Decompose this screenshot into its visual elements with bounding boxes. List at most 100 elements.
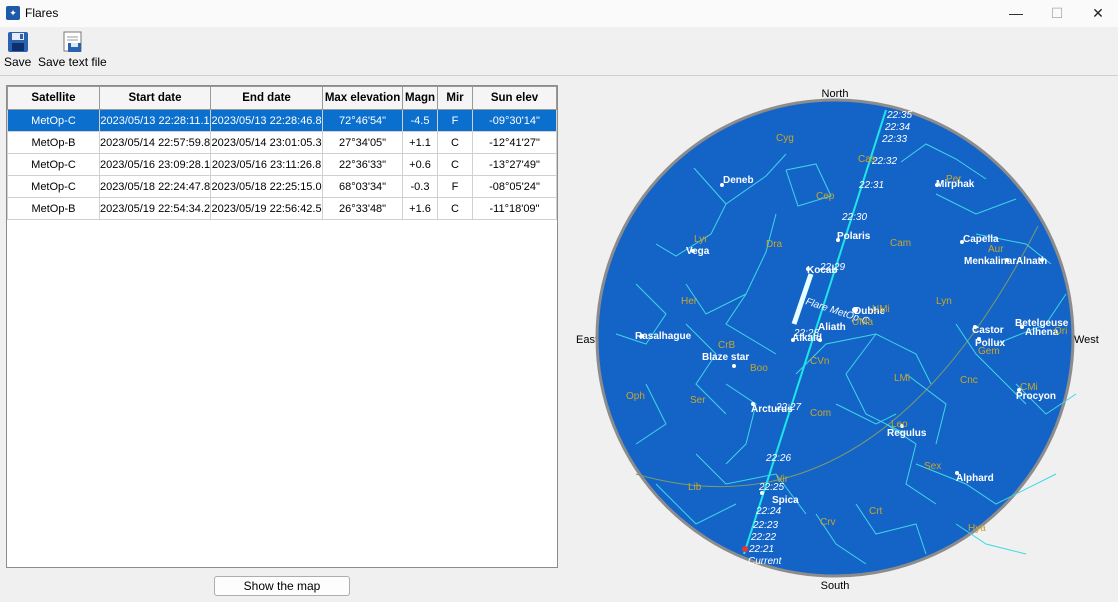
column-header[interactable]: Satellite <box>7 86 100 110</box>
table-cell: F <box>437 109 473 132</box>
table-cell: 2023/05/16 23:09:28.1 <box>98 153 212 176</box>
constellation-label: Com <box>810 408 831 419</box>
constellation-label: Dra <box>766 239 783 250</box>
constellation-label: Cam <box>890 238 911 249</box>
table-row[interactable]: MetOp-B 2023/05/14 22:57:59.8 2023/05/14… <box>7 131 558 154</box>
star-label: Aliath <box>818 322 846 333</box>
table-cell: 26°33'48" <box>322 197 404 220</box>
sky-map[interactable]: North South East West 22:35 22:34 22:33 … <box>576 84 1106 599</box>
table-cell: 2023/05/13 22:28:46.8 <box>210 109 324 132</box>
constellation-label: Ser <box>690 395 706 406</box>
constellation-label: Cnc <box>960 375 978 386</box>
constellation-label: Hya <box>968 523 986 534</box>
constellation-label: Crv <box>820 517 836 528</box>
current-label: Current <box>748 556 783 567</box>
app-icon: ✦ <box>6 6 20 20</box>
table-row[interactable]: MetOp-B 2023/05/19 22:54:34.2 2023/05/19… <box>7 197 558 220</box>
table-cell: 27°34'05" <box>322 131 404 154</box>
table-cell: -0.3 <box>402 175 438 198</box>
table-cell: -11°18'09" <box>471 197 558 220</box>
save-label: Save <box>4 55 32 69</box>
track-time-label: 22:35 <box>886 110 912 121</box>
column-header[interactable]: Magn <box>402 86 438 110</box>
title-bar: ✦ Flares — ☐ ✕ <box>0 0 1118 27</box>
star-label: Alnath <box>1016 256 1047 267</box>
table-cell: -08°05'24" <box>471 175 558 198</box>
constellation-label: LMi <box>894 373 910 384</box>
table-cell: C <box>437 131 473 154</box>
constellation-label: CrB <box>718 340 736 351</box>
star-label: Menkalinar <box>964 256 1016 267</box>
constellation-label: Per <box>946 174 962 185</box>
constellation-label: Ori <box>1054 326 1067 337</box>
table-cell: MetOp-C <box>7 175 100 198</box>
constellation-label: Leo <box>891 419 908 430</box>
save-text-file-button[interactable]: Save text file <box>38 31 107 69</box>
show-map-button[interactable]: Show the map <box>214 576 350 596</box>
table-header-row: Satellite Start date End date Max elevat… <box>7 86 558 110</box>
save-button[interactable]: Save <box>4 31 31 69</box>
save-text-file-label: Save text file <box>38 55 107 69</box>
table-cell: 2023/05/14 22:57:59.8 <box>98 131 212 154</box>
column-header[interactable]: Mir <box>437 86 473 110</box>
track-time-label: 22:23 <box>752 520 778 531</box>
track-time-label: 22:33 <box>881 134 907 145</box>
constellation-label: CMi <box>1020 382 1038 393</box>
close-button[interactable]: ✕ <box>1078 0 1118 27</box>
column-header[interactable]: Max elevation <box>322 86 404 110</box>
table-cell: 22°36'33" <box>322 153 404 176</box>
star-label: Polaris <box>837 231 871 242</box>
track-time-label: 22:34 <box>884 122 910 133</box>
constellation-label: CVn <box>810 356 829 367</box>
constellation-label: Lyn <box>936 296 952 307</box>
star-label: Castor <box>972 325 1004 336</box>
star-label: Blaze star <box>702 352 749 363</box>
constellation-label: Cep <box>816 191 835 202</box>
column-header[interactable]: Sun elev <box>471 86 558 110</box>
table-cell: C <box>437 153 473 176</box>
star-label: Kocab <box>807 265 838 276</box>
table-cell: +1.6 <box>402 197 438 220</box>
constellation-label: Oph <box>626 391 645 402</box>
flares-table-panel: Satellite Start date End date Max elevat… <box>6 85 558 568</box>
table-cell: MetOp-C <box>7 109 100 132</box>
track-time-label: 22:26 <box>765 453 791 464</box>
constellation-label: Vir <box>776 474 789 485</box>
table-cell: -12°41'27" <box>471 131 558 154</box>
column-header[interactable]: End date <box>210 86 324 110</box>
constellation-label: Aur <box>988 244 1004 255</box>
table-cell: MetOp-B <box>7 131 100 154</box>
south-label: South <box>821 580 850 592</box>
table-row[interactable]: MetOp-C 2023/05/13 22:28:11.1 2023/05/13… <box>7 109 558 132</box>
minimize-button[interactable]: — <box>996 0 1036 27</box>
table-cell: 68°03'34" <box>322 175 404 198</box>
track-time-label: 22:24 <box>755 506 781 517</box>
table-row[interactable]: MetOp-C 2023/05/16 23:09:28.1 2023/05/16… <box>7 153 558 176</box>
table-cell: -13°27'49" <box>471 153 558 176</box>
table-row[interactable]: MetOp-C 2023/05/18 22:24:47.8 2023/05/18… <box>7 175 558 198</box>
track-time-label: 22:30 <box>841 212 867 223</box>
table-cell: 2023/05/19 22:54:34.2 <box>98 197 212 220</box>
track-time-label: 22:22 <box>750 532 776 543</box>
toolbar: Save Save text file <box>0 27 1118 76</box>
floppy-disk-icon <box>7 32 28 52</box>
table-cell: MetOp-C <box>7 153 100 176</box>
table-cell: +0.6 <box>402 153 438 176</box>
constellation-label: UMa <box>852 317 874 328</box>
east-label: East <box>576 334 598 346</box>
table-cell: F <box>437 175 473 198</box>
maximize-button[interactable]: ☐ <box>1037 0 1077 27</box>
table-cell: 2023/05/13 22:28:11.1 <box>98 109 212 132</box>
table-cell: 72°46'54" <box>322 109 404 132</box>
star-label: Spica <box>772 495 799 506</box>
current-position-marker <box>742 546 748 552</box>
table-cell: 2023/05/18 22:25:15.0 <box>210 175 324 198</box>
table-cell: -09°30'14" <box>471 109 558 132</box>
star-label: Alphard <box>956 473 994 484</box>
table-cell: C <box>437 197 473 220</box>
column-header[interactable]: Start date <box>98 86 212 110</box>
window-title: Flares <box>25 6 59 20</box>
track-time-label: 22:21 <box>748 544 774 555</box>
north-label: North <box>822 88 849 100</box>
constellation-label: Her <box>681 296 698 307</box>
